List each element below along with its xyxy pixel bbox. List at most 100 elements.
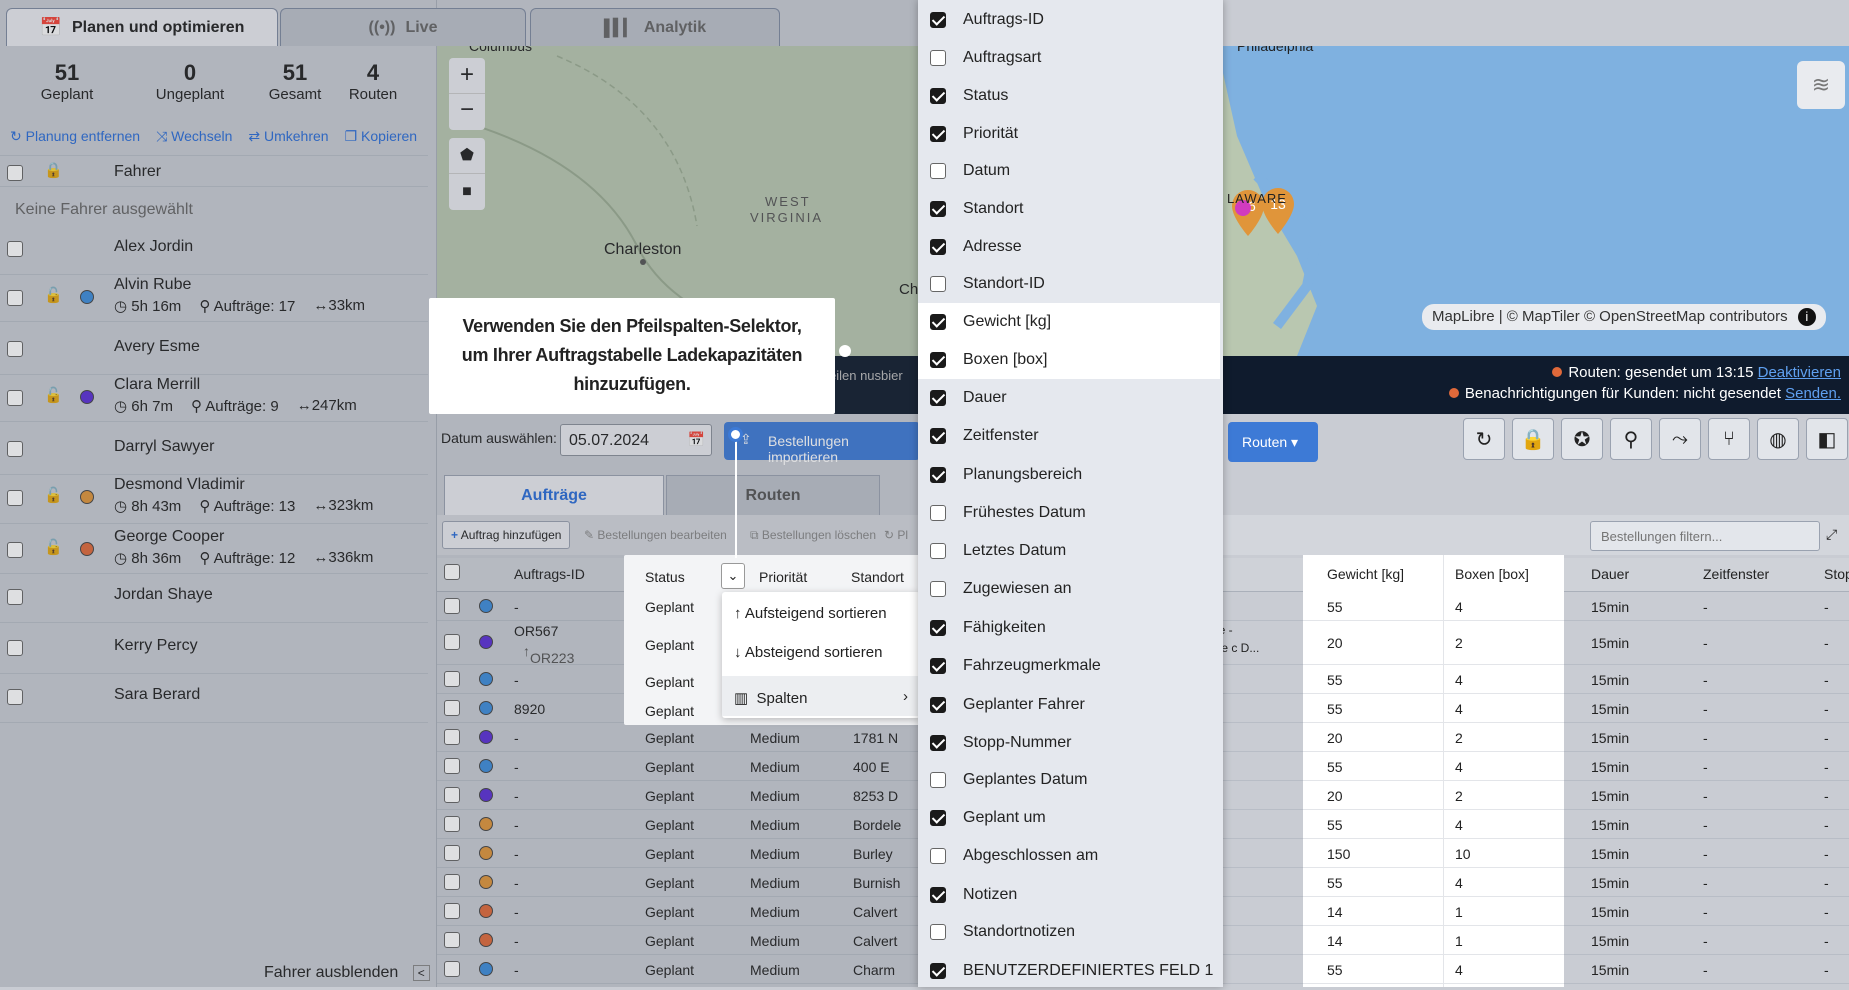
route-button[interactable]: ⤳ [1659, 418, 1701, 460]
swap-button[interactable]: ⤨ Wechseln [156, 128, 232, 145]
driver-row[interactable]: 🔓 Alvin Rube ◷ 5h 16m ⚲ Aufträge: 17 ↔33km [0, 272, 428, 322]
row-checkbox[interactable] [444, 634, 460, 650]
driver-checkbox[interactable] [7, 290, 23, 306]
column-option[interactable]: Boxen [box] [918, 341, 1220, 379]
column-option[interactable]: Geplantes Datum [918, 761, 1223, 799]
column-option[interactable]: Standort [918, 190, 1223, 228]
driver-checkbox[interactable] [7, 689, 23, 705]
column-option-checkbox[interactable] [930, 163, 946, 179]
zoom-in-button[interactable]: + [449, 58, 485, 94]
column-option[interactable]: Dauer [918, 379, 1223, 417]
column-option[interactable]: Abgeschlossen am [918, 837, 1223, 875]
lock-icon[interactable]: 🔓 [44, 286, 63, 304]
column-option[interactable]: Stopp-Nummer [918, 724, 1223, 762]
delete-orders-button[interactable]: ⧉ Bestellungen löschen [750, 528, 876, 543]
column-option[interactable]: Status [918, 77, 1223, 115]
hide-drivers-link[interactable]: Fahrer ausblenden < [264, 964, 430, 982]
driver-checkbox[interactable] [7, 490, 23, 506]
column-option-checkbox[interactable] [930, 581, 946, 597]
column-option-checkbox[interactable] [930, 239, 946, 255]
driver-row[interactable]: 🔓 Desmond Vladimir ◷ 8h 43m ⚲ Aufträge: 13 ↔… [0, 472, 428, 524]
column-option-checkbox[interactable] [930, 924, 946, 940]
lock-icon[interactable]: 🔓 [44, 486, 63, 504]
column-option[interactable]: Priorität [918, 115, 1223, 153]
column-option-checkbox[interactable] [930, 352, 946, 368]
row-checkbox[interactable] [444, 671, 460, 687]
driver-checkbox[interactable] [7, 341, 23, 357]
column-option[interactable]: BENUTZERDEFINIERTES FELD 1 [918, 952, 1223, 990]
driver-row[interactable]: Sara Berard [0, 673, 428, 723]
column-option-checkbox[interactable] [930, 848, 946, 864]
row-checkbox[interactable] [444, 874, 460, 890]
row-checkbox[interactable] [444, 816, 460, 832]
column-option-checkbox[interactable] [930, 810, 946, 826]
deactivate-link[interactable]: Deaktivieren [1758, 364, 1841, 381]
column-option-checkbox[interactable] [930, 467, 946, 483]
polygon-tool-button[interactable]: ⬟ [449, 138, 485, 174]
plan-orders-button[interactable]: ↻ Pl [884, 528, 908, 542]
column-option-checkbox[interactable] [930, 543, 946, 559]
rectangle-tool-button[interactable]: ■ [449, 174, 485, 210]
import-orders-button[interactable]: ⇪ Bestellungen importieren [724, 422, 920, 465]
row-checkbox[interactable] [444, 961, 460, 977]
driver-row[interactable]: Kerry Percy [0, 624, 428, 674]
tab-plan[interactable]: 📅 Planen und optimieren [6, 8, 278, 46]
edit-orders-button[interactable]: ✎ Bestellungen bearbeiten [584, 528, 727, 542]
lock-icon[interactable]: 🔓 [44, 538, 63, 556]
column-option[interactable]: Geplant um [918, 799, 1223, 837]
column-option[interactable]: Auftragsart [918, 39, 1223, 77]
driver-row[interactable]: Darryl Sawyer [0, 425, 428, 475]
driver-checkbox[interactable] [7, 390, 23, 406]
column-option[interactable]: Fähigkeiten [918, 609, 1223, 647]
sidebar-toggle-button[interactable]: ◧ [1806, 418, 1848, 460]
driver-checkbox[interactable] [7, 441, 23, 457]
driver-checkbox[interactable] [7, 640, 23, 656]
column-option-checkbox[interactable] [930, 126, 946, 142]
routes-dropdown-button[interactable]: Routen ▾ [1228, 422, 1318, 462]
date-input[interactable]: 05.07.2024 📅 [560, 424, 712, 456]
column-option[interactable]: Planungsbereich [918, 456, 1223, 494]
driver-row[interactable]: 🔓 Clara Merrill ◷ 6h 7m ⚲ Aufträge: 9 ↔247km [0, 372, 428, 422]
column-option[interactable]: Notizen [918, 876, 1223, 914]
column-option-checkbox[interactable] [930, 963, 946, 979]
column-option-checkbox[interactable] [930, 735, 946, 751]
column-option[interactable]: Fahrzeugmerkmale [918, 647, 1223, 685]
driver-row[interactable]: Avery Esme [0, 325, 428, 375]
send-link[interactable]: Senden. [1785, 385, 1841, 402]
globe-button[interactable]: ◍ [1757, 418, 1799, 460]
remove-plan-button[interactable]: ↻ Planung entfernen [10, 128, 140, 145]
column-option[interactable]: Datum [918, 152, 1223, 190]
column-option-checkbox[interactable] [930, 658, 946, 674]
orders-filter-input[interactable] [1590, 521, 1820, 551]
driver-row[interactable]: Alex Jordin [0, 225, 428, 275]
column-option[interactable]: Auftrags-ID [918, 1, 1223, 39]
column-option-checkbox[interactable] [930, 428, 946, 444]
column-option[interactable]: Frühestes Datum [918, 494, 1223, 532]
driver-row[interactable]: Jordan Shaye [0, 573, 428, 623]
select-all-drivers-checkbox[interactable] [7, 165, 23, 181]
driver-checkbox[interactable] [7, 589, 23, 605]
calendar-icon[interactable]: 📅 [688, 431, 705, 448]
column-arrow-selector[interactable]: ⌄ [721, 563, 745, 589]
reverse-button[interactable]: ⇄ Umkehren [248, 128, 328, 145]
copy-button[interactable]: ❐ Kopieren [345, 128, 418, 145]
column-option[interactable]: Zugewiesen an [918, 570, 1223, 608]
column-option-checkbox[interactable] [930, 314, 946, 330]
layers-button[interactable]: ≋ [1797, 61, 1845, 109]
bookmark-button[interactable]: ✪ [1561, 418, 1603, 460]
column-option[interactable]: Letztes Datum [918, 532, 1223, 570]
tab-orders[interactable]: Aufträge [444, 475, 664, 515]
lock-icon[interactable]: 🔓 [44, 386, 63, 404]
column-option-checkbox[interactable] [930, 88, 946, 104]
column-option-checkbox[interactable] [930, 620, 946, 636]
row-checkbox[interactable] [444, 598, 460, 614]
column-option[interactable]: Gewicht [kg] [918, 303, 1220, 341]
col-header-id[interactable]: Auftrags-ID [514, 566, 585, 582]
refresh-button[interactable]: ↻ [1463, 418, 1505, 460]
column-option-checkbox[interactable] [930, 697, 946, 713]
row-checkbox[interactable] [444, 787, 460, 803]
lock-button[interactable]: 🔒 [1512, 418, 1554, 460]
column-option[interactable]: Standort-ID [918, 265, 1223, 303]
col-header-stop[interactable]: Stop [1824, 566, 1849, 582]
sort-descending-item[interactable]: ↓ Absteigend sortieren [734, 644, 882, 661]
